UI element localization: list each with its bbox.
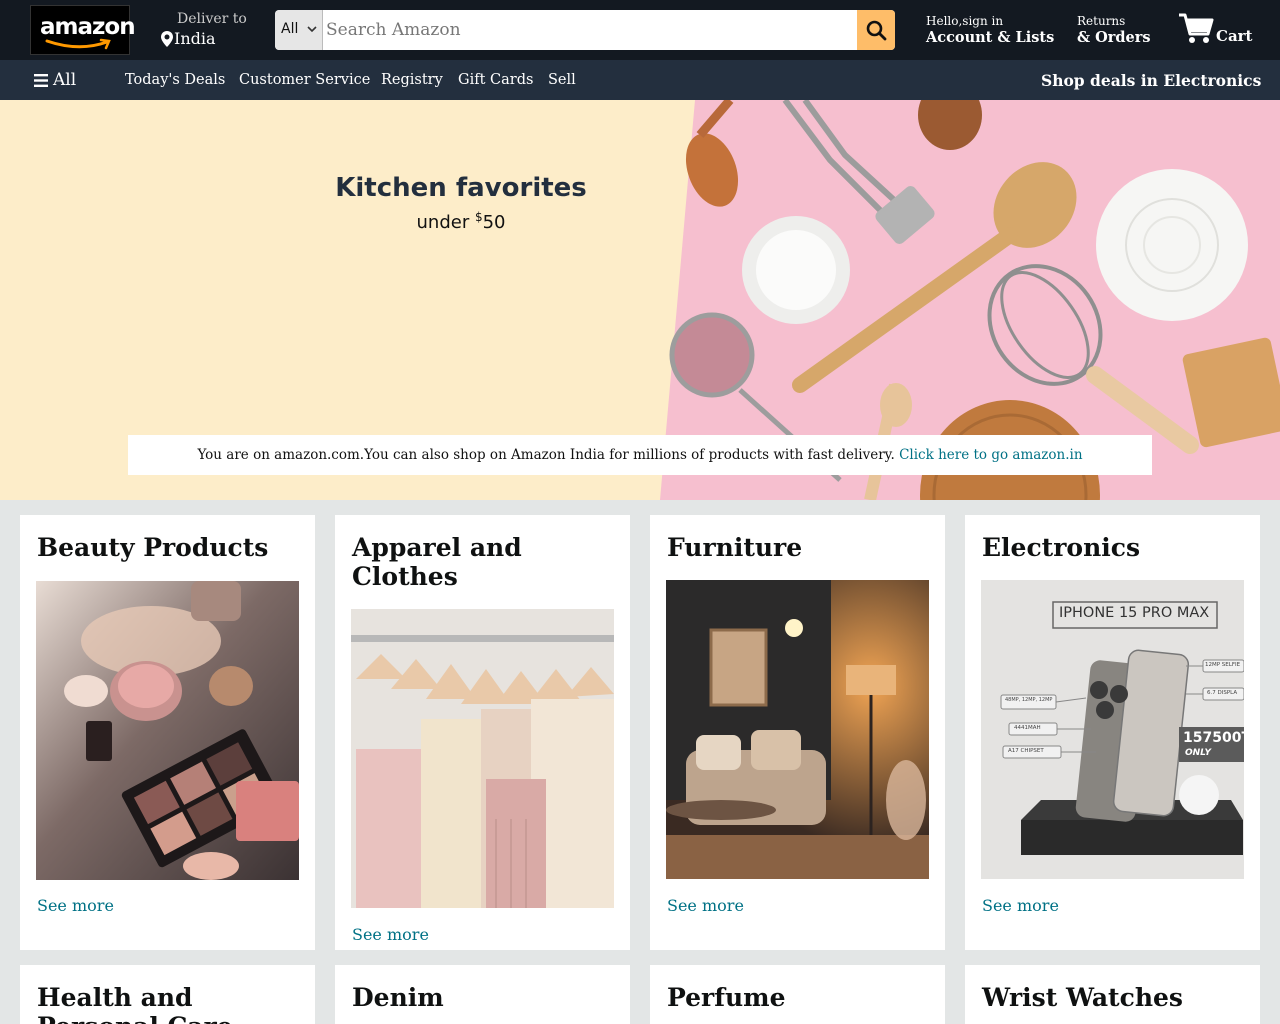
category-card-health: Health and Personal Care xyxy=(20,965,315,1024)
category-card-furniture: Furniture See more xyxy=(650,515,945,950)
apparel-image[interactable] xyxy=(351,609,614,908)
top-nav: amazon Deliver to India All Hello xyxy=(0,0,1280,60)
card-title: Health and Personal Care xyxy=(37,983,233,1024)
electronics-image[interactable]: IPHONE 15 PRO MAX 48MP, 12MP, 12MP 12MP … xyxy=(981,580,1244,879)
ad-spec-battery: 4441MAH xyxy=(1014,725,1041,731)
search-input[interactable] xyxy=(323,10,857,50)
ad-spec-display: 6.7 DISPLA xyxy=(1207,690,1238,696)
hero-banner[interactable]: Kitchen favorites under $50 You are on a… xyxy=(0,100,1280,500)
secondary-nav: All Today's Deals Customer Service Regis… xyxy=(0,60,1280,100)
clothes-rack-photo xyxy=(351,609,614,908)
returns-label: Returns xyxy=(1077,14,1126,28)
amazon-india-link[interactable]: Click here to go amazon.in xyxy=(899,447,1082,463)
ad-spec-camera: 48MP, 12MP, 12MP xyxy=(1005,697,1053,703)
returns-orders[interactable]: Returns & Orders xyxy=(1077,14,1151,46)
ad-spec-chip: A17 CHIPSET xyxy=(1008,748,1044,754)
account-label: Account & Lists xyxy=(926,29,1055,46)
chevron-down-icon xyxy=(307,26,317,33)
makeup-photo xyxy=(36,581,299,880)
card-title: Denim xyxy=(352,983,444,1012)
ad-price-note: ONLY xyxy=(1185,748,1212,758)
card-title: Beauty Products xyxy=(37,533,269,562)
all-menu-label: All xyxy=(53,70,77,90)
search-icon xyxy=(866,20,887,41)
nav-link-gift-cards[interactable]: Gift Cards xyxy=(458,72,533,88)
card-title: Perfume xyxy=(667,983,786,1012)
nav-link-customer-service[interactable]: Customer Service xyxy=(239,72,370,88)
cart-button[interactable]: Cart xyxy=(1178,12,1258,48)
see-more-link[interactable]: See more xyxy=(982,896,1059,915)
category-card-perfume: Perfume xyxy=(650,965,945,1024)
category-card-beauty: Beauty Products See more xyxy=(20,515,315,950)
ad-spec-selfie: 12MP SELFIE xyxy=(1205,662,1241,668)
hero-title: Kitchen favorites xyxy=(335,173,587,203)
hamburger-menu-icon xyxy=(34,74,48,87)
see-more-link[interactable]: See more xyxy=(37,896,114,915)
living-room-photo xyxy=(666,580,929,879)
account-lists[interactable]: Hello,sign in Account & Lists xyxy=(926,14,1054,46)
category-card-electronics: Electronics IPHONE 15 PRO MAX 48MP, 12MP… xyxy=(965,515,1260,950)
nav-link-registry[interactable]: Registry xyxy=(381,72,443,88)
amazon-logo[interactable]: amazon xyxy=(30,5,136,55)
search-category-select[interactable]: All xyxy=(275,10,323,50)
logo-text: amazon xyxy=(40,14,136,40)
category-card-apparel: Apparel and Clothes See more xyxy=(335,515,630,950)
orders-label: & Orders xyxy=(1077,29,1151,46)
see-more-link[interactable]: See more xyxy=(352,925,429,944)
hero-subtitle-prefix: under xyxy=(416,212,475,233)
card-title: Electronics xyxy=(982,533,1141,562)
cart-label: Cart xyxy=(1216,27,1253,45)
location-pin-icon xyxy=(161,31,173,47)
deliver-location: India xyxy=(174,29,216,48)
deliver-label: Deliver to xyxy=(177,11,247,27)
ad-model-label: IPHONE 15 PRO MAX xyxy=(1059,605,1210,621)
hero-price-currency: $ xyxy=(474,210,483,224)
card-title: Furniture xyxy=(667,533,803,562)
card-title: Wrist Watches xyxy=(982,983,1183,1012)
electronics-deals-link[interactable]: Shop deals in Electronics xyxy=(1041,71,1261,90)
account-greeting: Hello,sign in xyxy=(926,14,1004,28)
region-notice-text: You are on amazon.com.You can also shop … xyxy=(197,447,895,463)
cart-icon xyxy=(1179,13,1214,43)
search-button[interactable] xyxy=(857,10,895,50)
card-title: Apparel and Clothes xyxy=(352,533,522,591)
search-category-label: All xyxy=(281,21,299,37)
ad-price: 157500T xyxy=(1183,730,1244,746)
hero-subtitle: under $50 xyxy=(300,210,622,233)
nav-link-todays-deals[interactable]: Today's Deals xyxy=(125,72,225,88)
region-notice: You are on amazon.com.You can also shop … xyxy=(128,435,1152,475)
category-card-denim: Denim xyxy=(335,965,630,1024)
beauty-products-image[interactable] xyxy=(36,581,299,880)
logo-smile-icon xyxy=(45,38,111,50)
hero-price-amount: 50 xyxy=(482,212,506,233)
search-bar: All xyxy=(275,10,895,50)
see-more-link[interactable]: See more xyxy=(667,896,744,915)
furniture-image[interactable] xyxy=(666,580,929,879)
category-card-watches: Wrist Watches xyxy=(965,965,1260,1024)
nav-link-sell[interactable]: Sell xyxy=(548,72,576,88)
